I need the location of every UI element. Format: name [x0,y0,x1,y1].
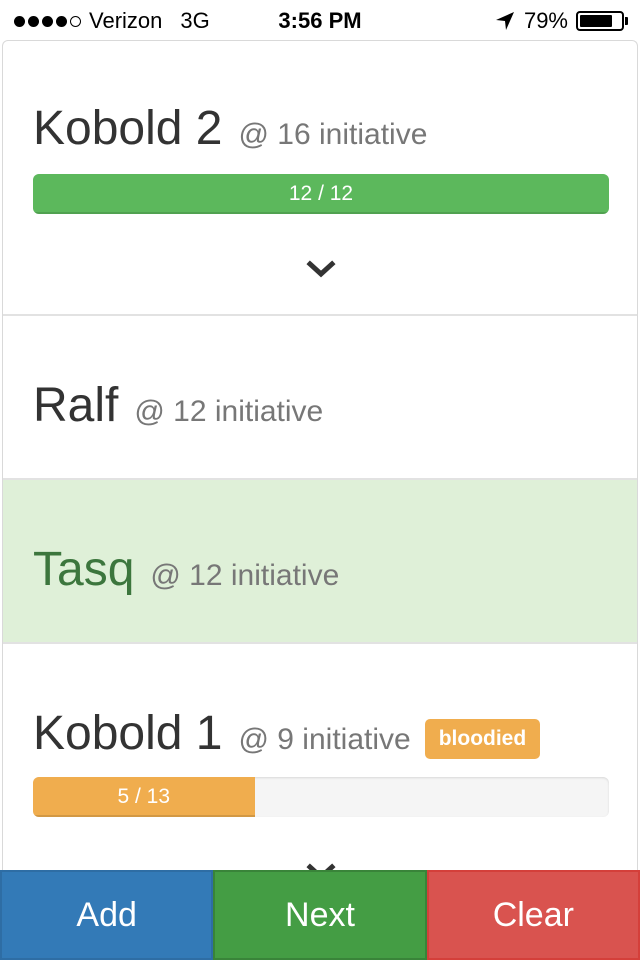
combatant-initiative: @ 16 initiative [238,118,428,151]
combatant-row-tasq[interactable]: Tasq @ 12 initiative [3,480,637,644]
status-bar: Verizon 3G 3:56 PM 79% [0,0,640,40]
chevron-down-icon[interactable] [306,260,336,280]
battery-percent: 79% [523,8,568,33]
combatant-initiative: @ 12 initiative [134,395,324,428]
combatant-initiative: @ 9 initiative [238,723,411,756]
bloodied-badge: bloodied [424,719,541,759]
combatant-row-kobold-2[interactable]: Kobold 2 @ 16 initiative 12 / 12 [3,41,637,316]
combatant-header: Tasq @ 12 initiative [33,542,339,597]
action-bar: Add Next Clear [0,870,640,960]
chevron-down-icon[interactable] [306,863,336,870]
battery-icon [576,11,628,31]
combatant-row-kobold-1[interactable]: Kobold 1 @ 9 initiative bloodied 5 / 13 [3,644,637,870]
combatant-initiative: @ 12 initiative [150,559,340,592]
hp-bar-fill: 5 / 13 [33,777,255,817]
next-button[interactable]: Next [213,870,427,960]
combatant-name: Kobold 1 [33,707,223,760]
combatant-name: Tasq [33,543,135,596]
hp-label: 5 / 13 [117,785,171,808]
combatant-name: Ralf [33,379,119,432]
combatant-header: Kobold 1 @ 9 initiative bloodied [33,706,541,763]
combatant-list[interactable]: Kobold 2 @ 16 initiative 12 / 12 Ralf @ … [2,40,638,870]
add-button[interactable]: Add [0,870,214,960]
combatant-header: Kobold 2 @ 16 initiative [33,101,427,156]
hp-label: 12 / 12 [288,182,354,205]
combatant-header: Ralf @ 12 initiative [33,378,323,433]
status-right: 79% [494,8,628,34]
hp-progress-bar: 12 / 12 [33,174,609,214]
hp-progress-bar: 5 / 13 [33,777,609,817]
hp-bar-fill: 12 / 12 [33,174,609,214]
combatant-name: Kobold 2 [33,102,223,155]
location-arrow-icon [495,12,514,30]
clear-button[interactable]: Clear [426,870,640,960]
combatant-row-ralf[interactable]: Ralf @ 12 initiative [3,316,637,480]
